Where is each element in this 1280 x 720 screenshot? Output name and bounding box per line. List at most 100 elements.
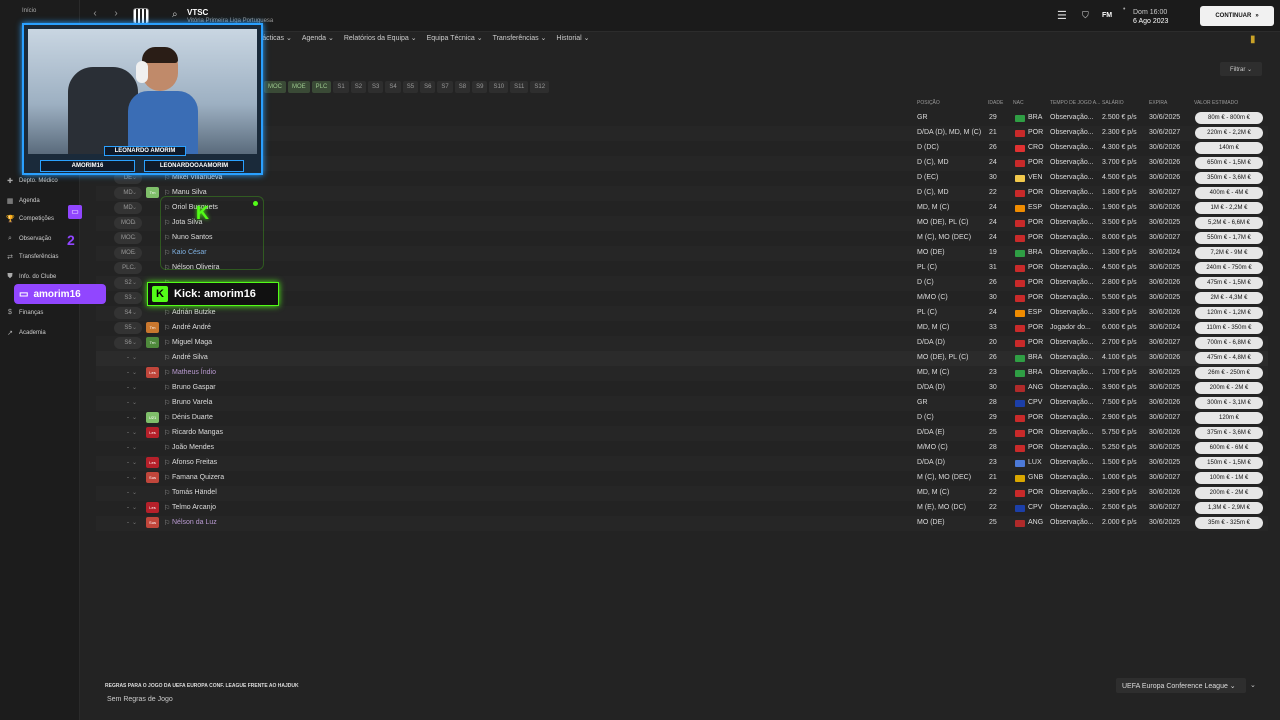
chevron-down-icon[interactable]: ⌄ [132,519,137,526]
match-rules-value[interactable]: Sem Regras de Jogo [107,696,173,703]
player-name[interactable]: André André [172,324,211,331]
chevron-down-icon[interactable]: ⌄ [132,399,137,406]
table-row[interactable]: S5 ⌄ Trn ⚐ André André MD, M (C) 33 POR Jogador … [96,321,1268,336]
position-filter-chip[interactable]: S3 [368,81,384,93]
position-selector[interactable]: MOD [114,217,142,229]
table-row[interactable]: MOE ⌄ ⚐ Kaio César MO (DE) 19 BRA Observação...… [96,246,1268,261]
back-button[interactable]: ‹ [88,8,102,19]
position-selector[interactable]: S4 [114,307,142,319]
table-row[interactable]: ⌄⚐D (C), MD24PORObservação...3.700 € p/s… [96,156,1268,171]
sidebar-item-7[interactable]: ↗ Academia [6,329,46,337]
table-row[interactable]: - ⌄ Les ⚐ Matheus Índio MD, M (C) 23 BRA Observa… [96,366,1268,381]
chevron-down-icon[interactable]: ⌄ [132,459,137,466]
tab-5[interactable]: Historial ⌄ [556,34,589,48]
chevron-down-icon[interactable]: ⌄ [132,414,137,421]
chevron-down-icon[interactable]: ⌄ [132,489,137,496]
position-selector[interactable]: - [114,457,142,469]
sidebar-home-label[interactable]: Início [22,8,36,14]
table-row[interactable]: PLC ⌄ ⚐ Nélson Oliveira PL (C) 31 POR Observaçã… [96,261,1268,276]
position-filter-chip[interactable]: S8 [454,81,471,93]
chevron-down-icon[interactable]: ⌄ [132,324,137,331]
table-row[interactable]: - ⌄ Les ⚐ Telmo Arcanjo M (E), MO (DC) 22 CPV Ob… [96,501,1268,516]
bookmark-icon[interactable]: ▮ [1250,34,1256,45]
player-name[interactable]: Bruno Gaspar [172,384,216,391]
position-selector[interactable]: - [114,472,142,484]
position-selector[interactable]: S2 [114,277,142,289]
continue-button[interactable]: CONTINUAR » [1200,6,1274,26]
position-selector[interactable]: S6 [114,337,142,349]
player-name[interactable]: Afonso Freitas [172,459,217,466]
chevron-down-icon[interactable]: ⌄ [132,339,137,346]
table-row[interactable]: - ⌄ Sus ⚐ Nélson da Luz MO (DE) 25 ANG Observaçã… [96,516,1268,531]
col-header-salary[interactable]: SALÁRIO [1102,100,1124,106]
position-filter-chip[interactable]: S6 [420,81,436,93]
col-header-expires[interactable]: EXPIRA [1149,100,1167,106]
table-row[interactable]: - ⌄ Les ⚐ Ricardo Mangas D/DA (E) 25 POR Observa… [96,426,1268,441]
position-filter-chip[interactable]: S11 [510,81,529,93]
player-name[interactable]: Matheus Índio [172,369,216,376]
player-name[interactable]: Manu Silva [172,189,207,196]
table-row[interactable]: ⌄⚐D (DC)26CROObservação...4.300 € p/s30/… [96,141,1268,156]
position-selector[interactable]: MOE [114,247,142,259]
table-row[interactable]: ⌄⚐D/DA (D), MD, M (C)21PORObservação...2… [96,126,1268,141]
player-name[interactable]: Miguel Maga [172,339,212,346]
chevron-down-icon[interactable]: ⌄ [1250,681,1256,689]
player-name[interactable]: Ricardo Mangas [172,429,223,436]
table-row[interactable]: MD ⌄ ⚐ Oriol Busquets MD, M (C) 24 ESP Observaç… [96,201,1268,216]
tab-0[interactable]: Tácticas ⌄ [258,34,292,48]
position-selector[interactable]: - [114,442,142,454]
col-header-position[interactable]: POSIÇÃO [917,100,940,106]
chevron-down-icon[interactable]: ⌄ [132,309,137,316]
table-row[interactable]: - ⌄ ⚐ Tomás Händel MD, M (C) 22 POR Observação.… [96,486,1268,501]
chevron-down-icon[interactable]: ⌄ [132,204,137,211]
sidebar-item-1[interactable]: ▦ Agenda [6,197,40,205]
tab-2[interactable]: Relatórios da Equipa ⌄ [344,34,417,48]
player-name[interactable]: João Mendes [172,444,214,451]
chevron-down-icon[interactable]: ⌄ [132,384,137,391]
player-name[interactable]: Adrián Butzke [172,309,216,316]
chevron-down-icon[interactable]: ⌄ [132,249,137,256]
chevron-down-icon[interactable]: ⌄ [132,174,137,181]
player-name[interactable]: Tomás Händel [172,489,217,496]
position-selector[interactable]: - [114,382,142,394]
chevron-down-icon[interactable]: ⌄ [132,504,137,511]
position-selector[interactable]: PLC [114,262,142,274]
team-name[interactable]: VTSC [187,8,208,17]
position-filter-chip[interactable]: PLC [311,81,332,93]
tab-1[interactable]: Agenda ⌄ [302,34,334,48]
position-selector[interactable]: - [114,502,142,514]
position-selector[interactable]: MD [114,202,142,214]
table-row[interactable]: - ⌄ U21 ⚐ Dénis Duarte D (C) 29 POR Observação..… [96,411,1268,426]
competition-select[interactable]: UEFA Europa Conference League ⌄ [1116,678,1246,693]
chevron-down-icon[interactable]: ⌄ [132,189,137,196]
position-selector[interactable]: S3 [114,292,142,304]
chevron-down-icon[interactable]: ⌄ [132,294,137,301]
position-filter-chip[interactable]: S12 [530,81,550,93]
chevron-down-icon[interactable]: ⌄ [132,234,137,241]
position-filter-chip[interactable]: S10 [489,81,509,93]
position-selector[interactable]: MOC [114,232,142,244]
table-row[interactable]: - ⌄ ⚐ Bruno Varela GR 28 CPV Observação... 7.500… [96,396,1268,411]
player-name[interactable]: Nélson da Luz [172,519,217,526]
sidebar-item-6[interactable]: $ Finanças [6,309,43,316]
tab-3[interactable]: Equipa Técnica ⌄ [427,34,483,48]
table-row[interactable]: - ⌄ Sus ⚐ Famana Quizera M (C), MO (DEC) 21 GNB… [96,471,1268,486]
table-row[interactable]: ⌄⚐GR29BRAObservação...2.500 € p/s30/6/20… [96,111,1268,126]
player-name[interactable]: Famana Quizera [172,474,224,481]
sidebar-item-3[interactable]: ⌕ Observação [6,235,51,243]
chevron-down-icon[interactable]: ⌄ [132,264,137,271]
position-selector[interactable]: - [114,517,142,529]
table-row[interactable]: MD ⌄ Trn ⚐ Manu Silva D (C), MD 22 POR Observaçã… [96,186,1268,201]
table-row[interactable]: - ⌄ Les ⚐ Afonso Freitas D/DA (D) 23 LUX Observa… [96,456,1268,471]
position-selector[interactable]: - [114,367,142,379]
position-filter-chip[interactable]: MOE [288,81,310,93]
col-header-nationality[interactable]: NAC [1013,100,1024,106]
player-name[interactable]: Bruno Varela [172,399,212,406]
player-name[interactable]: André Silva [172,354,208,361]
search-icon[interactable]: ⌕ [172,9,178,20]
position-selector[interactable]: - [114,487,142,499]
player-name[interactable]: Mikel Villanueva [172,174,222,181]
position-filter-chip[interactable]: S1 [333,81,349,93]
position-filter-chip[interactable]: S2 [350,81,367,93]
table-row[interactable]: MOD ⌄ ⚐ Jota Silva MO (DE), PL (C) 24 POR Obser… [96,216,1268,231]
